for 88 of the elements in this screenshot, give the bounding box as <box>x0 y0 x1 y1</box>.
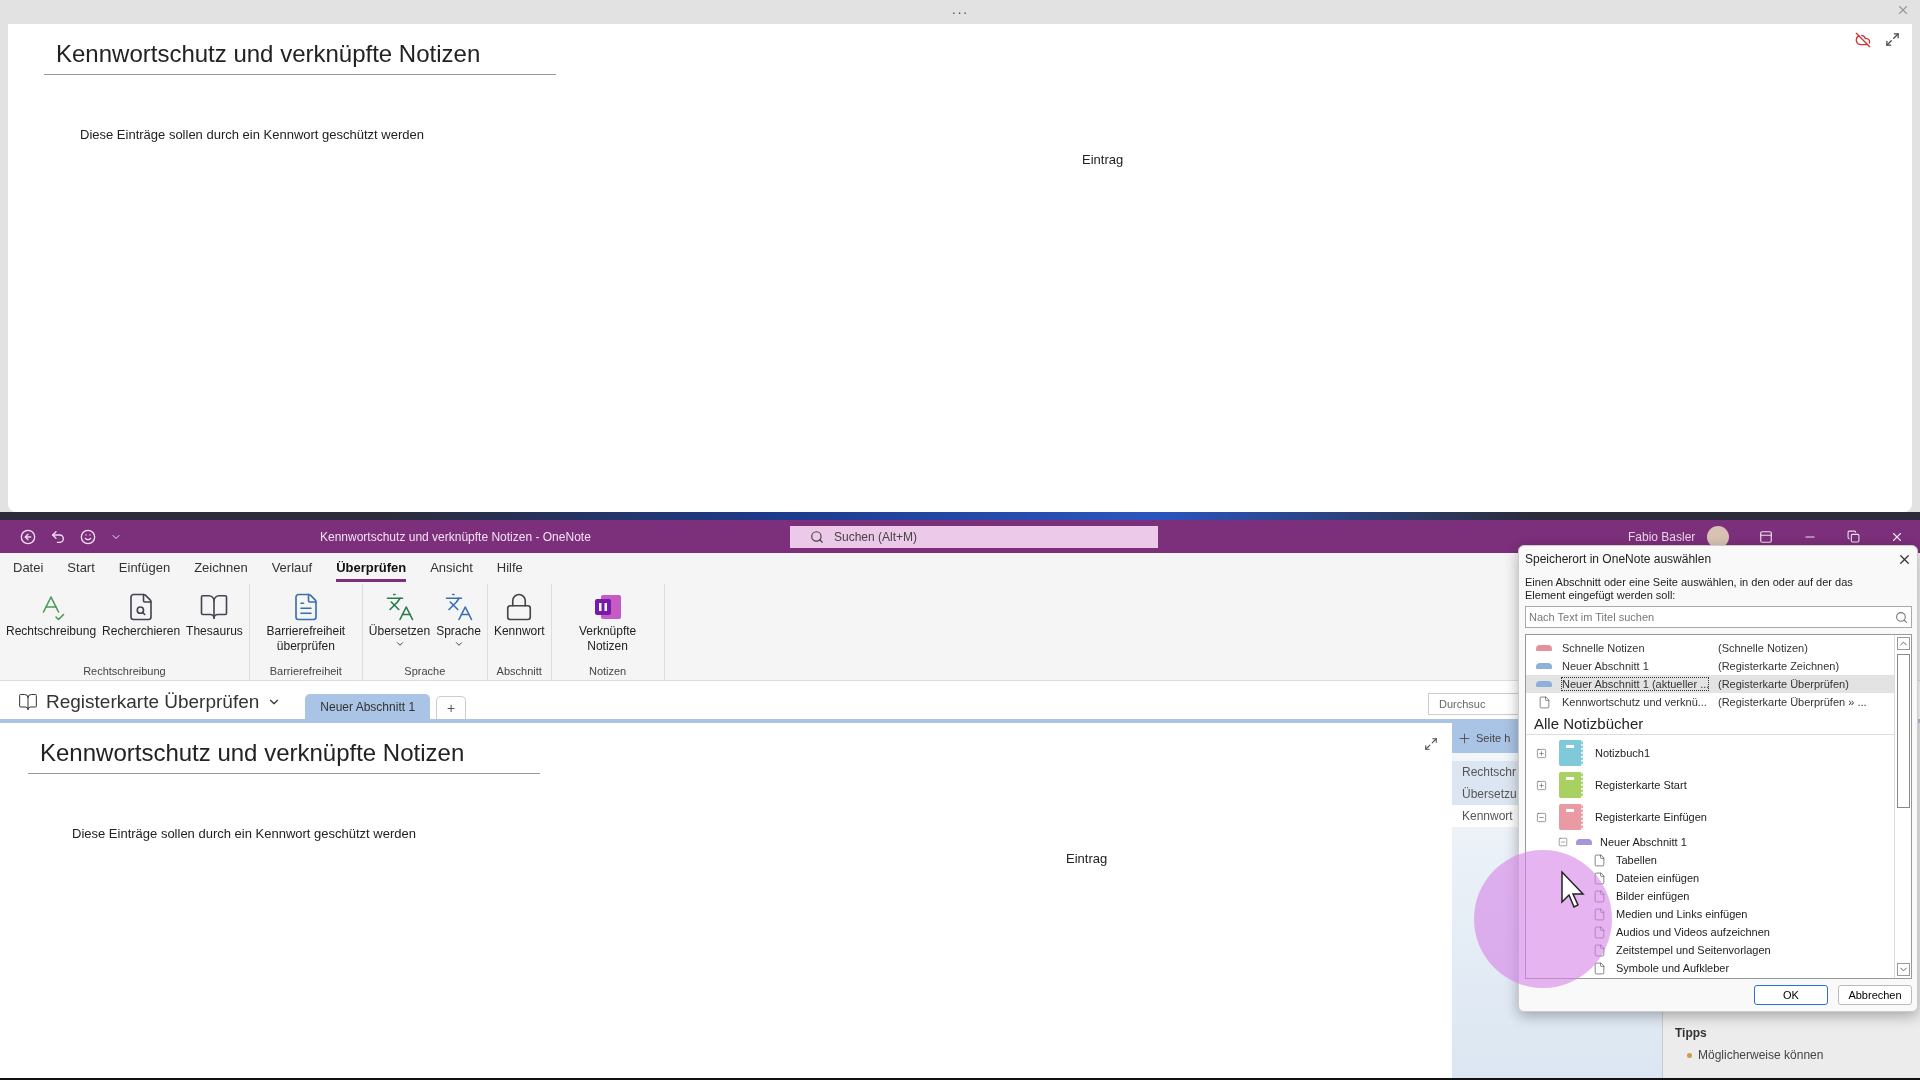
add-section-tab[interactable]: + <box>436 696 467 719</box>
bullet <box>1687 1052 1692 1058</box>
note-text: Eintrag <box>1066 851 1109 866</box>
search-field[interactable]: Nach Text im Titel suchen <box>1525 606 1912 628</box>
plus-icon <box>1457 730 1472 746</box>
undo-icon[interactable] <box>50 528 66 545</box>
recent-item[interactable]: Schnelle Notizen (Schnelle Notizen) <box>1526 639 1894 657</box>
page-item[interactable]: Medien und Links einfügen <box>1526 905 1894 923</box>
recent-item[interactable]: Neuer Abschnitt 1 (Registerkarte Zeichnen) <box>1526 657 1894 675</box>
tip-text: Möglicherweise können <box>1698 1048 1824 1062</box>
menu-tab[interactable]: Verlauf <box>271 555 313 582</box>
restore-icon[interactable] <box>1847 530 1861 543</box>
sync-off-icon[interactable] <box>1855 32 1871 48</box>
user-name: Fabio Basler <box>1628 529 1696 544</box>
ribbon-button[interactable]: Barrierefreiheit überprüfen <box>253 588 358 665</box>
note-text: Eintrag <box>1082 152 1125 167</box>
menu-tab[interactable]: Zeichnen <box>194 555 248 582</box>
more-dots[interactable]: ··· <box>951 4 969 20</box>
notebook-icon <box>18 692 38 712</box>
page-item[interactable]: Symbole und Aufkleber <box>1526 959 1894 977</box>
section-tab[interactable]: Neuer Abschnitt 1 <box>305 694 431 719</box>
ribbon-button[interactable]: Sprache <box>434 588 483 665</box>
search-icon <box>810 529 824 544</box>
dialog-button[interactable]: OK <box>1754 985 1828 1005</box>
smiley-icon[interactable] <box>80 528 96 545</box>
page-icon <box>1593 943 1606 957</box>
caret-icon <box>394 639 405 649</box>
page-title: Kennwortschutz und verknüpfte Notizen <box>44 40 556 75</box>
note-text: Diese Einträge sollen durch ein Kennwort geschützt werden <box>72 826 417 841</box>
language-icon <box>443 592 474 622</box>
ribbon-button[interactable]: Recherchieren <box>100 588 183 665</box>
expand-icon[interactable] <box>1424 737 1438 751</box>
notebook-logo-icon <box>592 592 623 622</box>
dialog-button[interactable]: Abbrechen <box>1838 985 1912 1005</box>
tips-heading: Tipps <box>1675 1026 1708 1040</box>
ribbon-display-icon[interactable] <box>1759 529 1774 544</box>
page-icon <box>1593 961 1606 975</box>
page-icon <box>1593 889 1606 903</box>
search-field[interactable]: Suchen (Alt+M) <box>790 525 1158 548</box>
avatar[interactable] <box>1707 525 1730 548</box>
page-item[interactable]: Audios und Videos aufzeichnen <box>1526 923 1894 941</box>
ribbon-button[interactable]: Übersetzen <box>366 588 433 665</box>
page-title: Kennwortschutz und verknüpfte Notizen <box>28 739 540 774</box>
menu-tab[interactable]: Ansicht <box>430 555 473 582</box>
page-icon <box>1593 871 1606 885</box>
group-label: Sprache <box>403 665 447 677</box>
translate-icon <box>384 592 415 622</box>
page-item[interactable]: Dateien einfügen <box>1526 869 1894 887</box>
caret-icon <box>453 639 464 649</box>
ribbon-button[interactable]: Thesaurus <box>184 588 245 665</box>
group-label: Abschnitt <box>495 665 543 677</box>
book-icon <box>199 592 230 622</box>
ribbon-button[interactable]: Verknüpfte Notizen <box>555 588 660 665</box>
back-icon[interactable] <box>20 528 36 545</box>
expand-icon[interactable] <box>1885 32 1900 47</box>
menu-tab[interactable]: Hilfe <box>496 555 523 582</box>
notebook-item[interactable]: Registerkarte Start <box>1526 769 1894 801</box>
search-placeholder: Suchen (Alt+M) <box>834 529 918 544</box>
dialog-description: Einen Abschnitt oder eine Seite auswählen, in den oder auf der das Element eingefügt werden soll: <box>1525 576 1854 602</box>
ribbon-button[interactable]: Rechtschreibung <box>4 588 99 665</box>
window-title: Kennwortschutz und verknüpfte Notizen - OneNote <box>320 529 592 544</box>
page-icon <box>1593 907 1606 921</box>
group-label: Rechtschreibung <box>82 665 167 677</box>
collapse-icon[interactable] <box>1536 811 1547 823</box>
page-icon <box>1593 853 1606 867</box>
menu-tab[interactable]: Überprüfen <box>336 555 407 582</box>
recent-item[interactable]: Neuer Abschnitt 1 (aktueller ... (Registerkarte Überprüfen) <box>1526 675 1894 693</box>
page-item[interactable]: Bilder einfügen <box>1526 887 1894 905</box>
menu-tab[interactable]: Einfügen <box>118 555 171 582</box>
page-item[interactable]: Tabellen <box>1526 851 1894 869</box>
section-heading: Alle Notizbücher <box>1526 711 1894 735</box>
recent-item[interactable]: Kennwortschutz und verknü... (Registerkarte Überprüfen » ... <box>1526 693 1894 711</box>
page-icon <box>1593 925 1606 939</box>
menu-tab[interactable]: Datei <box>13 555 44 582</box>
note-text: Diese Einträge sollen durch ein Kennwort geschützt werden <box>80 127 425 142</box>
group-label: Barrierefreiheit <box>268 665 343 677</box>
dialog-title: Speicherort in OneNote auswählen <box>1525 552 1712 566</box>
notebook-picker[interactable]: Registerkarte Überprüfen <box>12 690 288 714</box>
page-icon <box>1537 695 1551 709</box>
page-item[interactable]: Zeitstempel und Seitenvorlagen <box>1526 941 1894 959</box>
group-label: Notizen <box>587 665 628 677</box>
notebook-item[interactable]: Registerkarte Einfügen <box>1526 801 1894 833</box>
search-icon <box>1895 610 1908 624</box>
notebook-item[interactable]: Notizbuch1 <box>1526 737 1894 769</box>
menu-tab[interactable]: Start <box>67 555 95 582</box>
ribbon-button[interactable]: Kennwort <box>491 588 547 665</box>
scrollbar[interactable] <box>1894 635 1911 978</box>
section-item[interactable]: Neuer Abschnitt 1 <box>1526 833 1894 851</box>
